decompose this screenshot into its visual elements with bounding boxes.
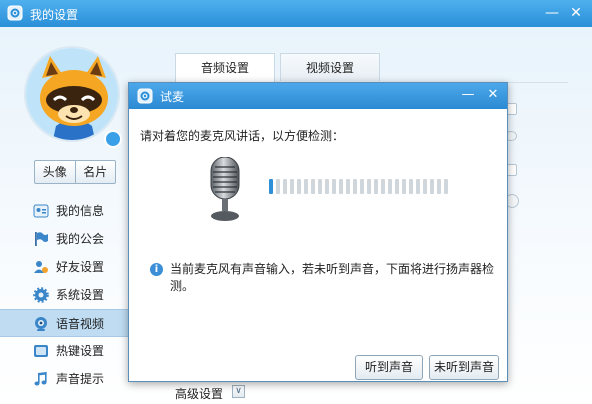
keyboard-icon [34,345,48,357]
level-segment [325,179,329,194]
sidebar-item-label: 声音提示 [56,372,105,386]
level-segment [388,179,392,194]
advanced-settings-label[interactable]: 高级设置 [175,385,223,402]
level-segment [402,179,406,194]
close-button[interactable]: ✕ [566,3,586,23]
chevron-down-icon[interactable]: ∨ [232,385,245,398]
level-segment [416,179,420,194]
gear-icon [33,287,49,303]
sidebar-item-label: 热键设置 [56,344,105,358]
friends-icon [34,261,48,273]
minimize-button[interactable]: — [542,3,562,23]
raccoon-mascot-image [26,48,118,140]
avatar-card-tabs: 头像 名片 [34,160,116,184]
sidebar-item-my-info[interactable]: 我的信息 [0,197,128,225]
settings-gear-icon [7,5,23,21]
flag-icon [35,232,48,246]
sidebar-item-label: 语音视频 [56,317,105,331]
sidebar-item-system-settings[interactable]: 系统设置 [0,281,128,309]
level-segment [318,179,322,194]
level-segment [339,179,343,194]
content-tabs: 音频设置 视频设置 [175,53,380,83]
level-segment [304,179,308,194]
settings-gear-icon [137,88,153,104]
dialog-minimize-button[interactable]: — [459,86,477,104]
dialog-titlebar: 试麦 — ✕ [129,83,507,109]
not-heard-sound-button[interactable]: 未听到声音 [429,355,499,380]
level-segment [283,179,287,194]
microphone-icon [210,157,240,221]
dialog-close-button[interactable]: ✕ [484,86,502,104]
tab-avatar[interactable]: 头像 [35,161,75,183]
tab-card[interactable]: 名片 [74,161,116,183]
level-segment [332,179,336,194]
heard-sound-button[interactable]: 听到声音 [355,355,423,380]
level-segment [367,179,371,194]
sidebar-item-friend-settings[interactable]: 好友设置 [0,253,128,281]
level-segment [409,179,413,194]
window-title: 我的设置 [30,8,79,22]
level-segment [423,179,427,194]
level-segment [346,179,350,194]
sidebar-item-sound-alerts[interactable]: 声音提示 [0,365,128,393]
sidebar-item-my-guild[interactable]: 我的公会 [0,225,128,253]
mic-test-dialog: 试麦 — ✕ 请对着您的麦克风讲话，以方便检测： i 当前麦克风有声音输入，若未… [128,82,508,382]
music-note-icon [34,372,47,386]
level-segment [360,179,364,194]
level-segment [374,179,378,194]
avatar[interactable] [24,46,120,142]
tab-audio-settings[interactable]: 音频设置 [175,53,275,83]
sidebar-item-label: 好友设置 [56,260,105,274]
level-segment [311,179,315,194]
level-segment [381,179,385,194]
mic-level-meter [269,179,448,194]
online-status-icon [104,130,122,148]
sidebar-item-label: 我的公会 [56,232,105,246]
level-segment [297,179,301,194]
level-segment [437,179,441,194]
level-segment [290,179,294,194]
sidebar: 我的信息 我的公会 好友设置 系统设置 语音视频 热键设置 声音提示 [0,197,128,393]
level-segment [269,179,273,194]
info-text: 当前麦克风有声音输入，若未听到声音，下面将进行扬声器检测。 [170,262,495,293]
id-card-icon [33,204,49,218]
level-segment [276,179,280,194]
level-segment [444,179,448,194]
level-segment [430,179,434,194]
dialog-title: 试麦 [160,90,185,104]
sidebar-item-hotkeys[interactable]: 热键设置 [0,337,128,365]
sidebar-item-label: 我的信息 [56,204,105,218]
info-icon: i [150,263,163,276]
tab-video-settings[interactable]: 视频设置 [280,53,380,81]
instruction-text: 请对着您的麦克风讲话，以方便检测： [140,129,345,143]
level-segment [395,179,399,194]
level-segment [353,179,357,194]
sidebar-item-voice-video[interactable]: 语音视频 [0,309,128,337]
webcam-icon [35,317,47,331]
sidebar-item-label: 系统设置 [56,288,105,302]
main-titlebar: 我的设置 — ✕ [0,0,592,27]
